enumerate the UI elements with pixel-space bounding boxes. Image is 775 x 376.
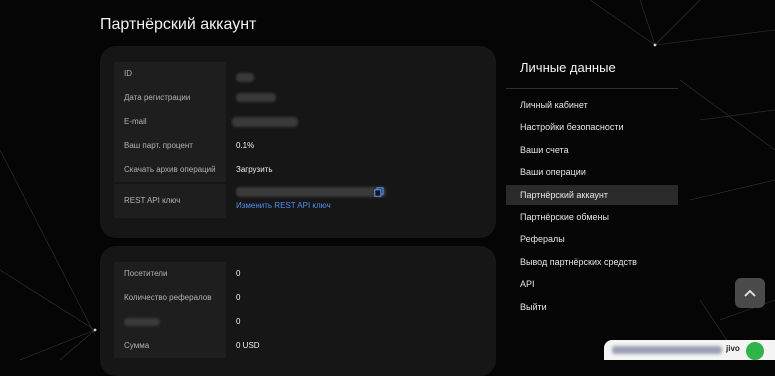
field-row-api-key: REST API ключ Изменить REST API ключ bbox=[114, 184, 484, 218]
page-title: Партнёрский аккаунт bbox=[100, 16, 257, 33]
sum-label: Сумма bbox=[114, 334, 226, 358]
archive-label: Скачать архив операций bbox=[114, 158, 226, 182]
email-label: E-mail bbox=[114, 110, 226, 134]
stats-row-referrals: Количество рефералов 0 bbox=[114, 286, 484, 310]
download-archive-link[interactable]: Загрузить bbox=[236, 158, 273, 182]
sidebar-item-partner-withdrawal[interactable]: Вывод партнёрских средств bbox=[506, 252, 678, 272]
field-row-percent: Ваш парт. процент 0.1% bbox=[114, 134, 484, 158]
id-label: ID bbox=[114, 62, 226, 86]
sidebar-item-referrals[interactable]: Рефералы bbox=[506, 229, 678, 249]
percent-value: 0.1% bbox=[236, 141, 255, 150]
field-row-archive: Скачать архив операций Загрузить bbox=[114, 158, 484, 182]
sidebar: Личные данные Личный кабинет Настройки б… bbox=[506, 46, 678, 319]
redacted-row-value: 0 bbox=[236, 317, 241, 326]
partner-stats-card: Посетители 0 Количество рефералов 0 0 Су… bbox=[100, 246, 496, 376]
id-value-redacted bbox=[236, 62, 254, 86]
sidebar-divider bbox=[506, 88, 678, 89]
percent-label: Ваш парт. процент bbox=[114, 134, 226, 158]
referrals-label: Количество рефералов bbox=[114, 286, 226, 310]
sidebar-item-partner-account[interactable]: Партнёрский аккаунт bbox=[506, 184, 678, 205]
copy-icon[interactable] bbox=[374, 184, 386, 197]
chat-widget[interactable]: jivo bbox=[604, 340, 775, 360]
field-row-reg-date: Дата регистрации bbox=[114, 86, 484, 110]
api-key-label: REST API ключ bbox=[114, 184, 226, 218]
stats-table: Посетители 0 Количество рефералов 0 0 Су… bbox=[114, 262, 484, 358]
sidebar-nav-list: Личный кабинет Настройки безопасности Ва… bbox=[506, 95, 678, 317]
sidebar-item-security[interactable]: Настройки безопасности bbox=[506, 117, 678, 137]
stats-row-redacted: 0 bbox=[114, 310, 484, 334]
field-row-email: E-mail bbox=[114, 110, 484, 134]
sidebar-item-dashboard[interactable]: Личный кабинет bbox=[506, 95, 678, 115]
sidebar-title: Личные данные bbox=[520, 60, 616, 75]
api-key-value-redacted bbox=[236, 187, 386, 197]
sidebar-item-api[interactable]: API bbox=[506, 274, 678, 294]
sidebar-item-logout[interactable]: Выйти bbox=[506, 297, 678, 317]
partner-account-card: ID Дата регистрации E-mail Ваш парт. про… bbox=[100, 46, 496, 238]
email-value-redacted bbox=[232, 110, 298, 134]
chat-widget-text-redacted bbox=[612, 346, 722, 354]
sidebar-item-partner-exchanges[interactable]: Партнёрские обмены bbox=[506, 207, 678, 227]
visitors-value: 0 bbox=[236, 269, 241, 278]
account-info-table: ID Дата регистрации E-mail Ваш парт. про… bbox=[114, 62, 484, 218]
field-row-id: ID bbox=[114, 62, 484, 86]
referrals-value: 0 bbox=[236, 293, 241, 302]
chat-brand-label: jivo bbox=[726, 344, 740, 353]
sidebar-item-accounts[interactable]: Ваши счета bbox=[506, 140, 678, 160]
sidebar-item-operations[interactable]: Ваши операции bbox=[506, 162, 678, 182]
reg-date-label: Дата регистрации bbox=[114, 86, 226, 110]
sum-value: 0 USD bbox=[236, 341, 260, 350]
chevron-up-icon bbox=[744, 284, 756, 302]
change-api-key-link[interactable]: Изменить REST API ключ bbox=[236, 201, 331, 210]
stats-row-visitors: Посетители 0 bbox=[114, 262, 484, 286]
redacted-label bbox=[114, 310, 226, 334]
visitors-label: Посетители bbox=[114, 262, 226, 286]
scroll-top-button[interactable] bbox=[735, 278, 765, 308]
reg-date-value-redacted bbox=[236, 86, 276, 110]
stats-row-sum: Сумма 0 USD bbox=[114, 334, 484, 358]
chat-status-icon bbox=[746, 342, 764, 360]
